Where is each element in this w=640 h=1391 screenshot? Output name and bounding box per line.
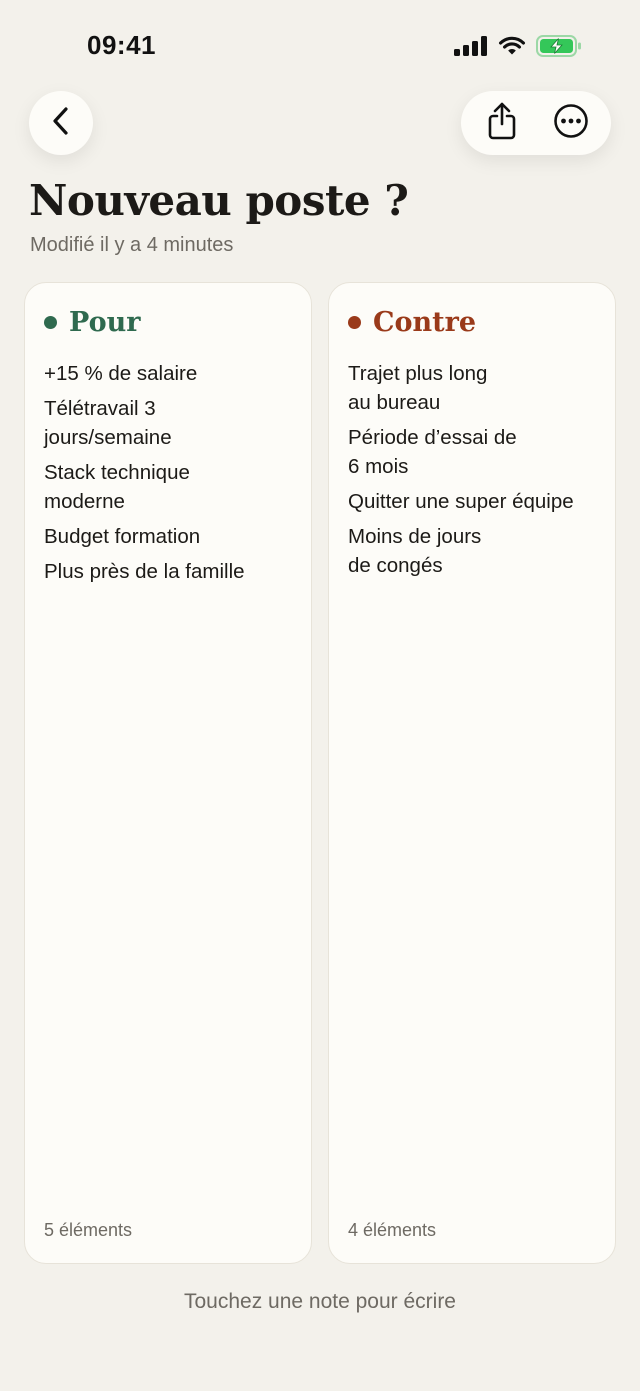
status-time: 09:41 bbox=[87, 30, 156, 60]
pros-header: Pour bbox=[44, 307, 140, 338]
list-item[interactable]: Moins de jours de congés bbox=[348, 522, 603, 580]
footer-hint: Touchez une note pour écrire bbox=[183, 1290, 456, 1313]
pros-title: Pour bbox=[69, 307, 141, 338]
list-item[interactable]: Trajet plus long au bureau bbox=[348, 359, 603, 417]
list-item[interactable]: Budget formation bbox=[44, 522, 299, 551]
list-item[interactable]: Plus près de la famille bbox=[44, 557, 299, 586]
share-icon bbox=[487, 102, 517, 145]
cellular-signal-icon bbox=[454, 36, 488, 61]
pros-column[interactable]: Pour +15 % de salaire Télétravail 3 jour… bbox=[24, 282, 312, 1264]
status-bar: 09:41 bbox=[0, 0, 640, 90]
back-button[interactable] bbox=[29, 91, 93, 155]
pros-dot bbox=[44, 316, 57, 329]
list-item[interactable]: Stack technique moderne bbox=[44, 458, 299, 516]
cons-dot bbox=[348, 316, 361, 329]
more-button[interactable] bbox=[543, 95, 599, 151]
cons-column[interactable]: Contre Trajet plus long au bureau Périod… bbox=[328, 282, 616, 1264]
ellipsis-circle-icon bbox=[553, 103, 589, 144]
list-item[interactable]: Période d’essai de 6 mois bbox=[348, 423, 603, 481]
list-item[interactable]: +15 % de salaire bbox=[44, 359, 299, 388]
last-modified-label: Modifié il y a 4 minutes bbox=[30, 234, 234, 256]
list-item[interactable]: Quitter une super équipe bbox=[348, 487, 603, 516]
pros-count: 5 éléments bbox=[44, 1220, 133, 1240]
cons-header: Contre bbox=[348, 307, 476, 338]
cons-title: Contre bbox=[373, 307, 477, 338]
pros-list: +15 % de salaire Télétravail 3 jours/sem… bbox=[44, 359, 299, 592]
chevron-left-icon bbox=[50, 106, 72, 141]
status-icons bbox=[454, 35, 582, 62]
actions-pill bbox=[461, 91, 611, 155]
wifi-icon bbox=[498, 36, 526, 61]
page-title: Nouveau poste ? bbox=[29, 176, 409, 225]
cons-list: Trajet plus long au bureau Période d’ess… bbox=[348, 359, 603, 586]
battery-charging-icon bbox=[536, 35, 582, 62]
list-item[interactable]: Télétravail 3 jours/semaine bbox=[44, 394, 299, 452]
cons-count: 4 éléments bbox=[348, 1220, 437, 1240]
share-button[interactable] bbox=[474, 95, 530, 151]
